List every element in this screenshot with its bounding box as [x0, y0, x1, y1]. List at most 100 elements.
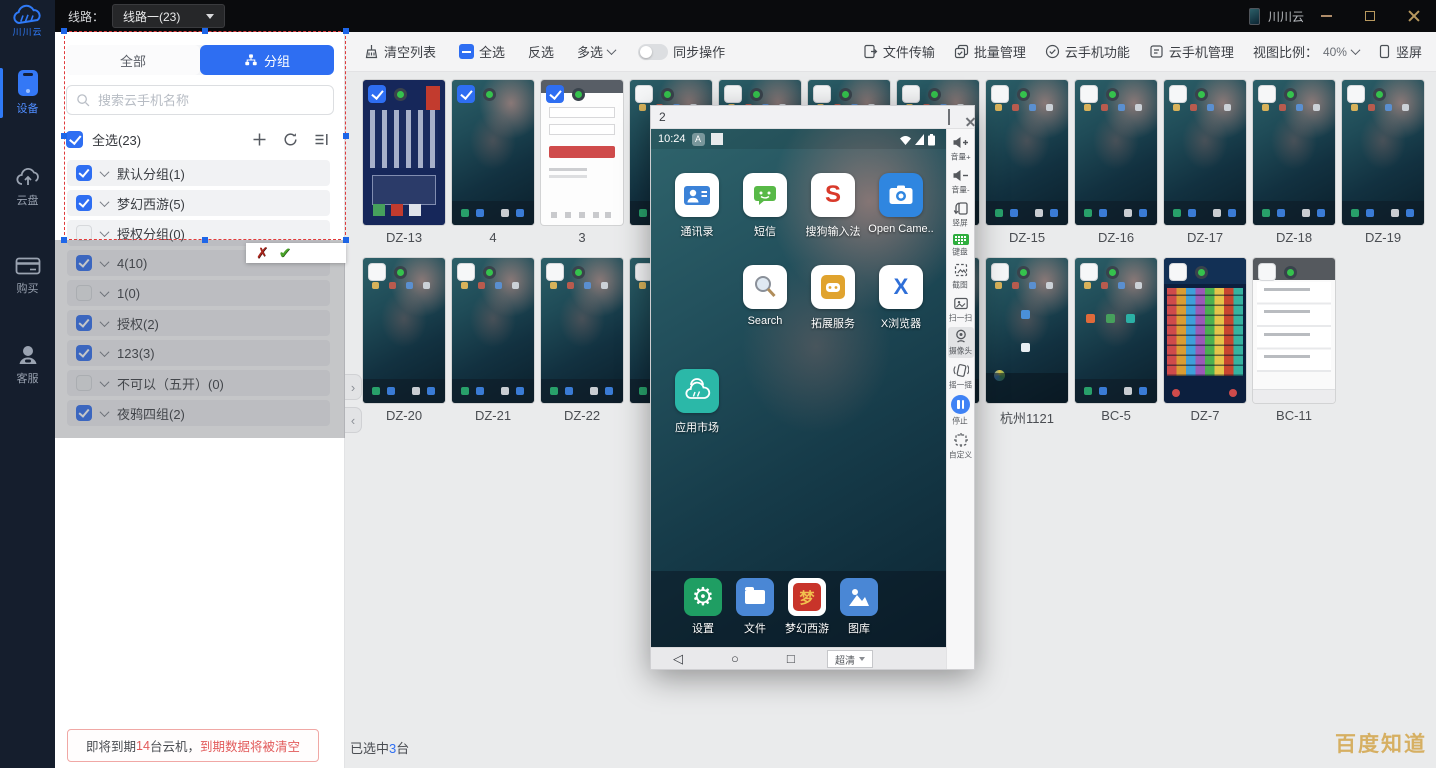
phone-thumbnail[interactable]: DZ-18 — [1253, 80, 1335, 246]
phone-screen-preview[interactable] — [541, 258, 623, 403]
phone-screen-preview[interactable] — [1164, 258, 1246, 403]
phone-thumbnail[interactable]: DZ-17 — [1164, 80, 1246, 246]
chevron-down-icon[interactable] — [100, 257, 110, 267]
chevron-down-icon[interactable] — [100, 377, 110, 387]
phone-screen-preview[interactable] — [363, 80, 445, 225]
phone-screen-preview[interactable] — [1342, 80, 1424, 225]
view-ratio-control[interactable]: 视图比例： 40% — [1253, 42, 1359, 61]
tool-volume-down[interactable]: 音量- — [948, 167, 974, 197]
selection-handle[interactable] — [61, 28, 67, 34]
phone-screen-preview[interactable] — [1075, 80, 1157, 225]
phone-screen-preview[interactable] — [986, 258, 1068, 403]
group-row[interactable]: 1(0) — [67, 280, 330, 306]
phone-checkbox[interactable] — [635, 85, 653, 103]
app-contacts[interactable]: 通讯录 — [675, 173, 719, 239]
sidebar-item-cloud-disk[interactable]: 云盘 — [0, 160, 55, 214]
selection-handle[interactable] — [61, 237, 67, 243]
add-group-button[interactable] — [251, 131, 267, 147]
app-messages[interactable]: 短信 — [743, 173, 787, 239]
dock-settings[interactable]: ⚙ 设置 — [684, 578, 722, 647]
dock-gallery[interactable]: 图库 — [840, 578, 878, 647]
phone-thumbnail[interactable]: BC-11 — [1253, 258, 1335, 424]
app-extension-service[interactable]: 拓展服务 — [811, 265, 855, 331]
group-checkbox[interactable] — [76, 345, 92, 361]
tool-keyboard[interactable]: 键盘 — [948, 233, 974, 259]
phone-thumbnail[interactable]: DZ-19 — [1342, 80, 1424, 246]
android-screen[interactable]: 10:24 A — [651, 129, 946, 647]
dock-menghuan-game[interactable]: 梦 梦幻西游 — [788, 578, 826, 647]
phone-checkbox[interactable] — [1169, 85, 1187, 103]
chevron-down-icon[interactable] — [100, 227, 110, 237]
phone-thumbnail[interactable]: DZ-22 — [541, 258, 623, 424]
group-checkbox[interactable] — [76, 375, 92, 391]
chevron-down-icon[interactable] — [100, 287, 110, 297]
chevron-down-icon[interactable] — [100, 167, 110, 177]
phone-screen-preview[interactable] — [1253, 258, 1335, 403]
phone-checkbox[interactable] — [813, 85, 831, 103]
phone-checkbox[interactable] — [1080, 263, 1098, 281]
phone-screen-preview[interactable] — [1164, 80, 1246, 225]
app-market[interactable]: 应用市场 — [675, 369, 719, 435]
popup-title-bar[interactable]: 2 — [651, 106, 974, 129]
chevron-down-icon[interactable] — [100, 347, 110, 357]
tab-all[interactable]: 全部 — [66, 45, 200, 75]
minimize-button[interactable] — [1304, 0, 1348, 32]
phone-thumbnail[interactable]: DZ-15 — [986, 80, 1068, 246]
selection-handle[interactable] — [343, 133, 349, 139]
sidebar-item-devices[interactable]: 设备 — [0, 64, 55, 122]
group-checkbox[interactable] — [76, 165, 92, 181]
phone-checkbox[interactable] — [991, 85, 1009, 103]
indeterminate-checkbox[interactable] — [459, 44, 474, 59]
clear-list-button[interactable]: 清空列表 — [364, 42, 436, 61]
phone-screen-preview[interactable] — [986, 80, 1068, 225]
select-all-checkbox[interactable] — [66, 131, 83, 148]
selection-handle[interactable] — [343, 28, 349, 34]
phone-checkbox[interactable] — [1080, 85, 1098, 103]
refresh-button[interactable] — [282, 131, 298, 147]
phone-functions-button[interactable]: 云手机功能 — [1045, 42, 1130, 61]
tool-rotate-portrait[interactable]: 竖屏 — [948, 199, 974, 230]
search-input[interactable] — [98, 93, 324, 108]
group-checkbox[interactable] — [76, 285, 92, 301]
phone-checkbox[interactable] — [991, 263, 1009, 281]
phone-screen-preview[interactable] — [541, 80, 623, 225]
app-x-browser[interactable]: X X浏览器 — [879, 265, 923, 331]
phone-manage-button[interactable]: 云手机管理 — [1149, 42, 1234, 61]
phone-checkbox[interactable] — [546, 263, 564, 281]
group-checkbox[interactable] — [76, 225, 92, 241]
group-checkbox[interactable] — [76, 255, 92, 271]
annotation-cancel-icon[interactable] — [256, 246, 269, 261]
tool-volume-up[interactable]: 音量+ — [948, 134, 974, 164]
phone-thumbnail[interactable]: 4 — [452, 80, 534, 246]
phone-checkbox[interactable] — [457, 263, 475, 281]
phone-thumbnail[interactable]: 3 — [541, 80, 623, 246]
group-row[interactable]: 授权(2) — [67, 310, 330, 336]
tool-scan[interactable]: 扫一扫 — [948, 295, 974, 325]
sync-toggle[interactable] — [638, 44, 668, 60]
portrait-mode-button[interactable]: 竖屏 — [1378, 42, 1422, 61]
phone-checkbox[interactable] — [368, 85, 386, 103]
sort-list-button[interactable] — [313, 131, 329, 147]
selection-handle[interactable] — [202, 28, 208, 34]
select-all-toolbar[interactable]: 全选 — [459, 42, 505, 61]
panel-collapse-handle[interactable]: ‹ — [345, 407, 362, 433]
selection-handle[interactable] — [202, 237, 208, 243]
phone-thumbnail[interactable]: DZ-20 — [363, 258, 445, 424]
close-button[interactable] — [1392, 0, 1436, 32]
multi-select-button[interactable]: 多选 — [577, 42, 615, 61]
phone-checkbox[interactable] — [1169, 263, 1187, 281]
line-select-dropdown[interactable]: 线路一(23) — [112, 4, 225, 28]
phone-checkbox[interactable] — [457, 85, 475, 103]
phone-thumbnail[interactable]: 杭州1121 — [986, 258, 1068, 424]
phone-checkbox[interactable] — [1347, 85, 1365, 103]
popup-maximize-button[interactable] — [948, 110, 950, 124]
back-button[interactable] — [673, 652, 683, 665]
annotation-confirm-icon[interactable] — [279, 246, 292, 261]
invert-selection-button[interactable]: 反选 — [528, 42, 554, 61]
sidebar-item-purchase[interactable]: 购买 — [0, 250, 55, 302]
file-transfer-button[interactable]: 文件传输 — [863, 42, 935, 61]
tool-stop[interactable]: 停止 — [948, 394, 974, 428]
maximize-button[interactable] — [1348, 0, 1392, 32]
chevron-down-icon[interactable] — [100, 317, 110, 327]
group-checkbox[interactable] — [76, 315, 92, 331]
